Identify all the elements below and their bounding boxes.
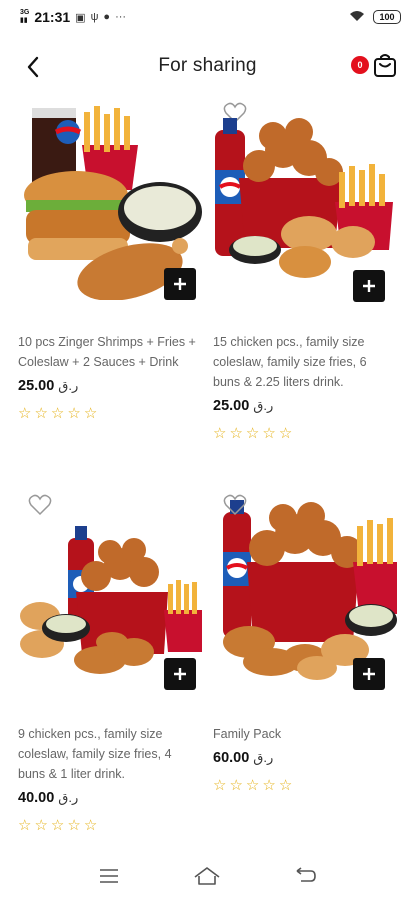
more-notifications-icon: ···: [115, 11, 127, 23]
star-icon: ☆: [213, 777, 227, 794]
heart-icon: [223, 494, 247, 516]
price-value: 40.00: [18, 790, 55, 806]
product-image: [18, 100, 202, 301]
star-icon: ☆: [278, 425, 293, 442]
product-price: 40.00 ر.ق: [18, 790, 208, 806]
usb-icon: ψ: [90, 11, 99, 23]
plus-icon: [174, 278, 186, 290]
status-bar: 3G ▮▮ 21:31 ▣ ψ ● ··· 100: [0, 0, 415, 34]
product-image: [213, 100, 397, 302]
plus-icon: [363, 280, 375, 292]
product-image: [18, 492, 202, 692]
plus-icon: [363, 668, 375, 680]
product-card[interactable]: Family Pack 60.00 ر.ق ☆ ☆ ☆ ☆ ☆: [213, 492, 403, 793]
plus-icon: [174, 668, 186, 680]
price-value: 25.00: [213, 398, 250, 414]
favorite-button[interactable]: [28, 494, 54, 518]
add-to-cart-button[interactable]: [164, 268, 196, 300]
product-card[interactable]: 10 pcs Zinger Shrimps + Fries + Coleslaw…: [18, 100, 208, 421]
product-card[interactable]: 9 chicken pcs., family size coleslaw, fa…: [18, 492, 208, 833]
page-title: For sharing: [158, 55, 257, 76]
back-button[interactable]: [20, 54, 46, 80]
add-to-cart-button[interactable]: [353, 270, 385, 302]
star-icon: ☆: [278, 777, 293, 794]
network-indicator: 3G ▮▮: [20, 9, 30, 24]
chevron-left-icon: [27, 56, 39, 78]
price-currency: ر.ق: [253, 398, 274, 413]
menu-nav-button[interactable]: [94, 863, 124, 889]
heart-icon: [28, 494, 52, 516]
app-header: For sharing 0: [0, 44, 415, 88]
star-icon: ☆: [34, 405, 48, 422]
product-description: 10 pcs Zinger Shrimps + Fries + Coleslaw…: [18, 335, 196, 369]
star-icon: ☆: [50, 405, 65, 422]
home-nav-button[interactable]: [192, 863, 222, 889]
star-icon: ☆: [245, 425, 260, 442]
add-to-cart-button[interactable]: [353, 658, 385, 690]
product-price: 25.00 ر.ق: [18, 378, 208, 394]
price-currency: ر.ق: [58, 790, 79, 805]
product-description: Family Pack: [213, 727, 282, 741]
system-nav-bar: [0, 855, 415, 897]
product-price: 60.00 ر.ق: [213, 750, 403, 766]
home-icon: [195, 867, 220, 885]
menu-icon: [100, 869, 119, 883]
star-icon: ☆: [18, 817, 32, 834]
star-icon: ☆: [262, 425, 276, 442]
rating-stars[interactable]: ☆ ☆ ☆ ☆ ☆: [213, 426, 403, 441]
star-icon: ☆: [245, 777, 260, 794]
price-currency: ر.ق: [58, 378, 79, 393]
product-description: 9 chicken pcs., family size coleslaw, fa…: [18, 727, 172, 781]
cart-count-badge: 0: [351, 56, 369, 74]
app-notification-icon: ●: [103, 11, 111, 23]
favorite-button[interactable]: [223, 494, 249, 518]
shopping-bag-icon: [374, 54, 396, 77]
star-icon: ☆: [83, 817, 98, 834]
return-icon: [296, 867, 316, 882]
star-icon: ☆: [229, 425, 243, 442]
notification-icon: ▣: [75, 11, 86, 24]
star-icon: ☆: [213, 425, 227, 442]
product-description: 15 chicken pcs., family size coleslaw, f…: [213, 335, 367, 389]
star-icon: ☆: [34, 817, 48, 834]
rating-stars[interactable]: ☆ ☆ ☆ ☆ ☆: [18, 406, 208, 421]
star-icon: ☆: [229, 777, 243, 794]
rating-stars[interactable]: ☆ ☆ ☆ ☆ ☆: [18, 818, 208, 833]
star-icon: ☆: [50, 817, 65, 834]
rating-stars[interactable]: ☆ ☆ ☆ ☆ ☆: [213, 778, 403, 793]
product-image: [213, 492, 397, 692]
price-value: 25.00: [18, 378, 55, 394]
add-to-cart-button[interactable]: [164, 658, 196, 690]
back-nav-button[interactable]: [291, 863, 321, 889]
wifi-icon: [349, 10, 365, 25]
price-currency: ر.ق: [253, 750, 274, 765]
star-icon: ☆: [67, 405, 81, 422]
product-card[interactable]: 15 chicken pcs., family size coleslaw, f…: [213, 100, 403, 441]
battery-indicator: 100: [373, 10, 401, 24]
product-price: 25.00 ر.ق: [213, 398, 403, 414]
cart-button[interactable]: 0: [351, 52, 397, 78]
status-time: 21:31: [34, 9, 71, 25]
star-icon: ☆: [18, 405, 32, 422]
star-icon: ☆: [83, 405, 98, 422]
star-icon: ☆: [67, 817, 81, 834]
price-value: 60.00: [213, 750, 250, 766]
star-icon: ☆: [262, 777, 276, 794]
